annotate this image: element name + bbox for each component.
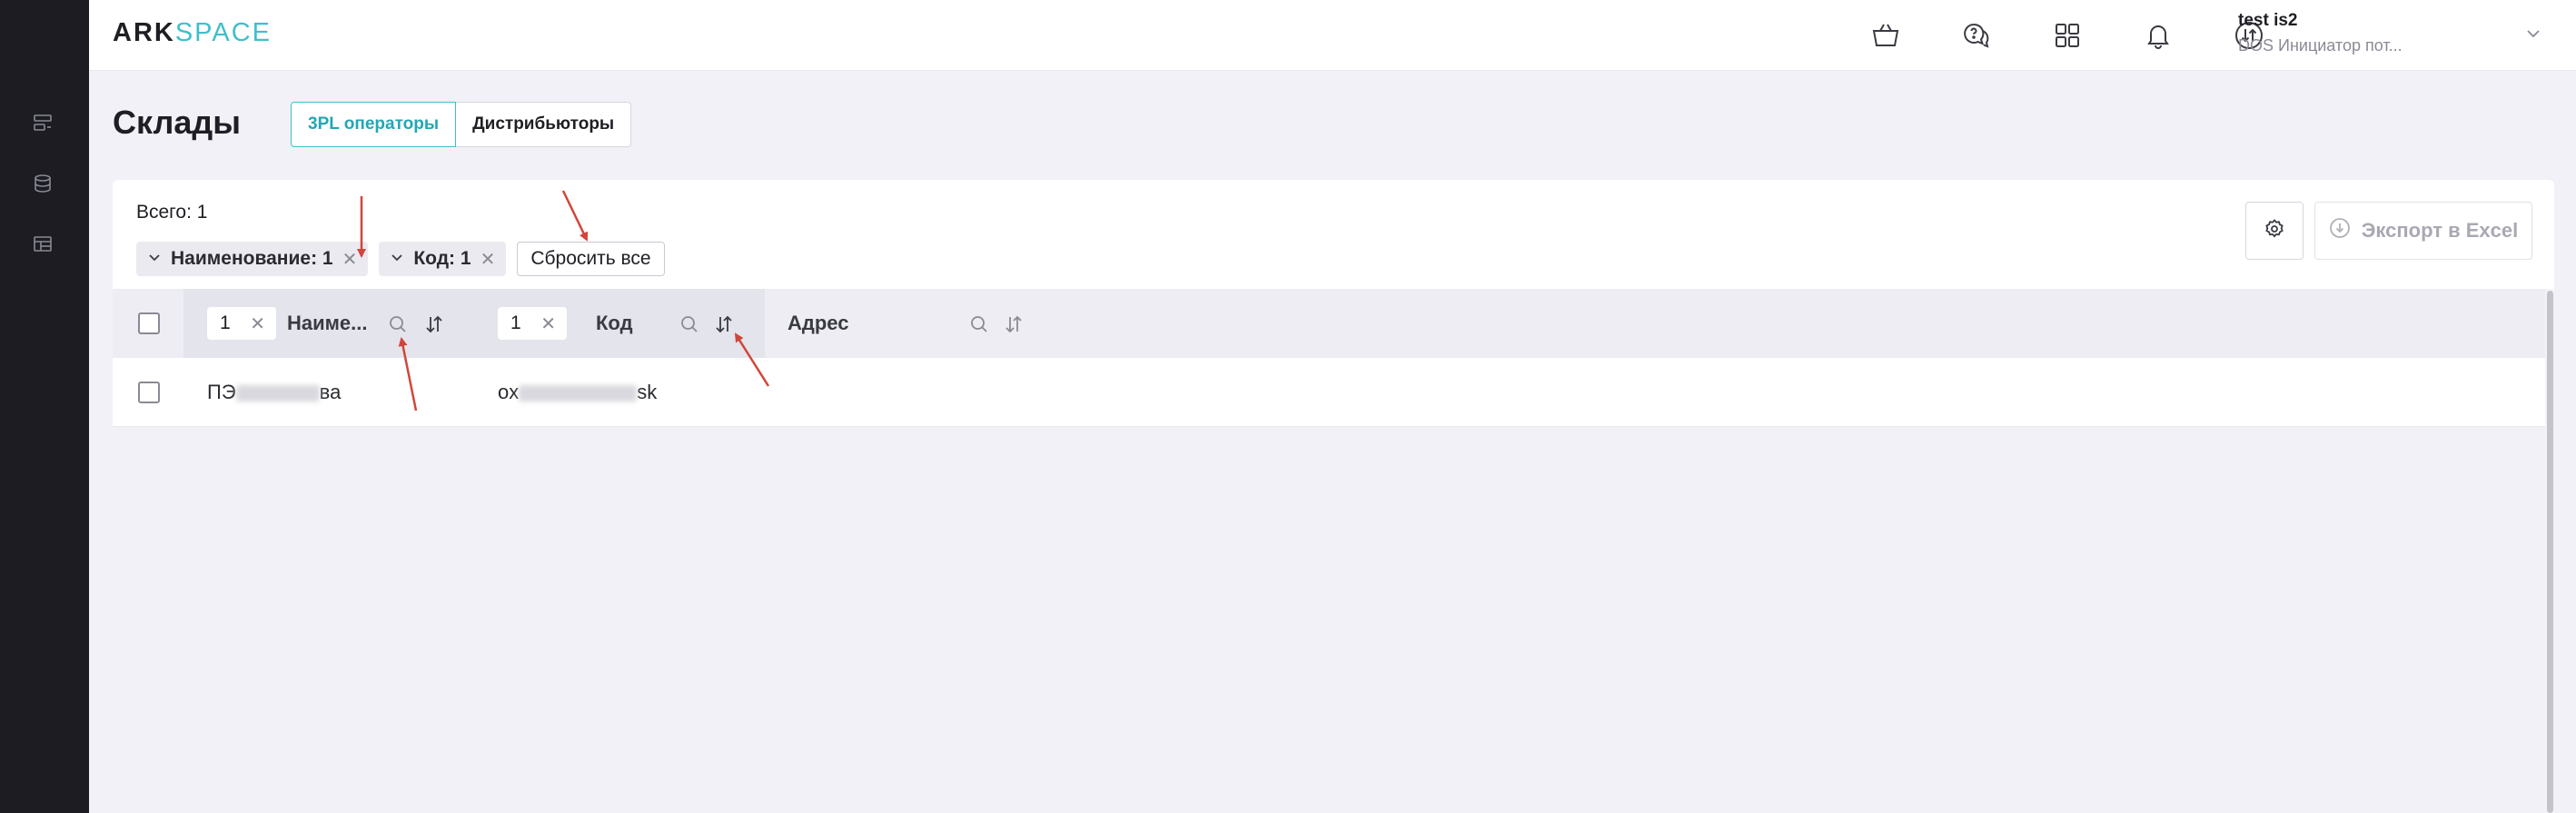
chevron-down-icon[interactable]	[2523, 24, 2543, 48]
table-header: 1 ✕ Наиме... 1 ✕ Код Адрес	[113, 289, 2545, 358]
sort-icon[interactable]	[1000, 311, 1027, 338]
cell-code-text-end: sk	[637, 381, 658, 403]
close-icon[interactable]: ✕	[250, 312, 265, 335]
redacted-text	[519, 385, 638, 402]
table-empty-area	[113, 427, 2545, 813]
chevron-down-icon[interactable]	[390, 248, 404, 270]
arkspace-logo[interactable]: ARKSPACE	[113, 18, 272, 48]
cell-name-text: ПЭ	[207, 381, 236, 403]
redacted-text	[235, 385, 320, 402]
close-icon[interactable]: ✕	[342, 248, 358, 271]
export-label: Экспорт в Excel	[2361, 219, 2519, 242]
user-name: test is2	[2238, 11, 2298, 30]
support-chat-icon[interactable]	[1958, 17, 1995, 54]
reset-filters-button[interactable]: Сбросить все	[517, 242, 665, 276]
table-settings-button[interactable]	[2245, 202, 2304, 260]
active-filters: Наименование: 1 ✕ Код: 1 ✕ Сбросить все	[136, 242, 665, 276]
search-icon[interactable]	[966, 311, 993, 338]
column-header-address[interactable]: Адрес	[788, 312, 848, 335]
list-icon[interactable]	[31, 111, 54, 134]
table-scrollbar-thumb[interactable]	[2547, 291, 2553, 813]
name-filter-value: 1	[220, 312, 231, 333]
tab-3pl-operators[interactable]: 3PL операторы	[291, 102, 457, 147]
export-excel-button[interactable]: Экспорт в Excel	[2314, 202, 2532, 260]
bell-icon[interactable]	[2140, 17, 2176, 54]
search-icon[interactable]	[384, 311, 411, 338]
top-bar: ARKSPACE	[89, 0, 2576, 71]
cell-name: ПЭ ва	[207, 381, 341, 404]
search-icon[interactable]	[676, 311, 703, 338]
name-filter-input[interactable]: 1 ✕	[207, 307, 276, 340]
page-title: Склады	[113, 104, 241, 141]
basket-icon[interactable]	[1868, 17, 1904, 54]
close-icon[interactable]: ✕	[481, 248, 496, 271]
close-icon[interactable]: ✕	[540, 312, 556, 335]
sort-icon[interactable]	[421, 311, 448, 338]
row-checkbox[interactable]	[138, 382, 160, 403]
user-menu[interactable]: test is2 DOS Инициатор пот...	[2238, 11, 2456, 55]
filter-chip-name[interactable]: Наименование: 1 ✕	[136, 242, 369, 276]
filter-chip-label: Наименование: 1	[171, 248, 333, 269]
download-icon	[2329, 217, 2351, 244]
table-icon[interactable]	[31, 233, 54, 256]
table-row[interactable]: ПЭ ва ox sk	[113, 358, 2545, 427]
cell-code: ox sk	[498, 381, 657, 404]
gear-icon	[2264, 218, 2285, 244]
column-header-name[interactable]: Наиме...	[287, 312, 368, 335]
code-filter-value: 1	[510, 312, 521, 333]
cell-code-text: ox	[498, 381, 520, 403]
sort-icon[interactable]	[710, 311, 738, 338]
apps-grid-icon[interactable]	[2049, 17, 2086, 54]
user-role: DOS Инициатор пот...	[2238, 36, 2403, 55]
chevron-down-icon[interactable]	[147, 248, 162, 270]
total-count: Всего: 1	[136, 202, 208, 223]
filter-chip-label: Код: 1	[413, 248, 471, 269]
warehouses-card: Всего: 1 Наименование: 1 ✕ Код: 1 ✕ Сбро…	[113, 180, 2554, 813]
tab-distributors[interactable]: Дистрибьюторы	[456, 102, 632, 147]
cell-name-text-end: ва	[319, 381, 342, 403]
filter-chip-code[interactable]: Код: 1 ✕	[379, 242, 507, 276]
column-header-code[interactable]: Код	[596, 312, 633, 335]
code-filter-input[interactable]: 1 ✕	[498, 307, 567, 340]
select-all-checkbox[interactable]	[138, 312, 160, 334]
database-icon[interactable]	[31, 172, 54, 195]
warehouse-tabs: 3PL операторы Дистрибьюторы	[291, 102, 632, 147]
left-sidebar	[0, 0, 89, 813]
